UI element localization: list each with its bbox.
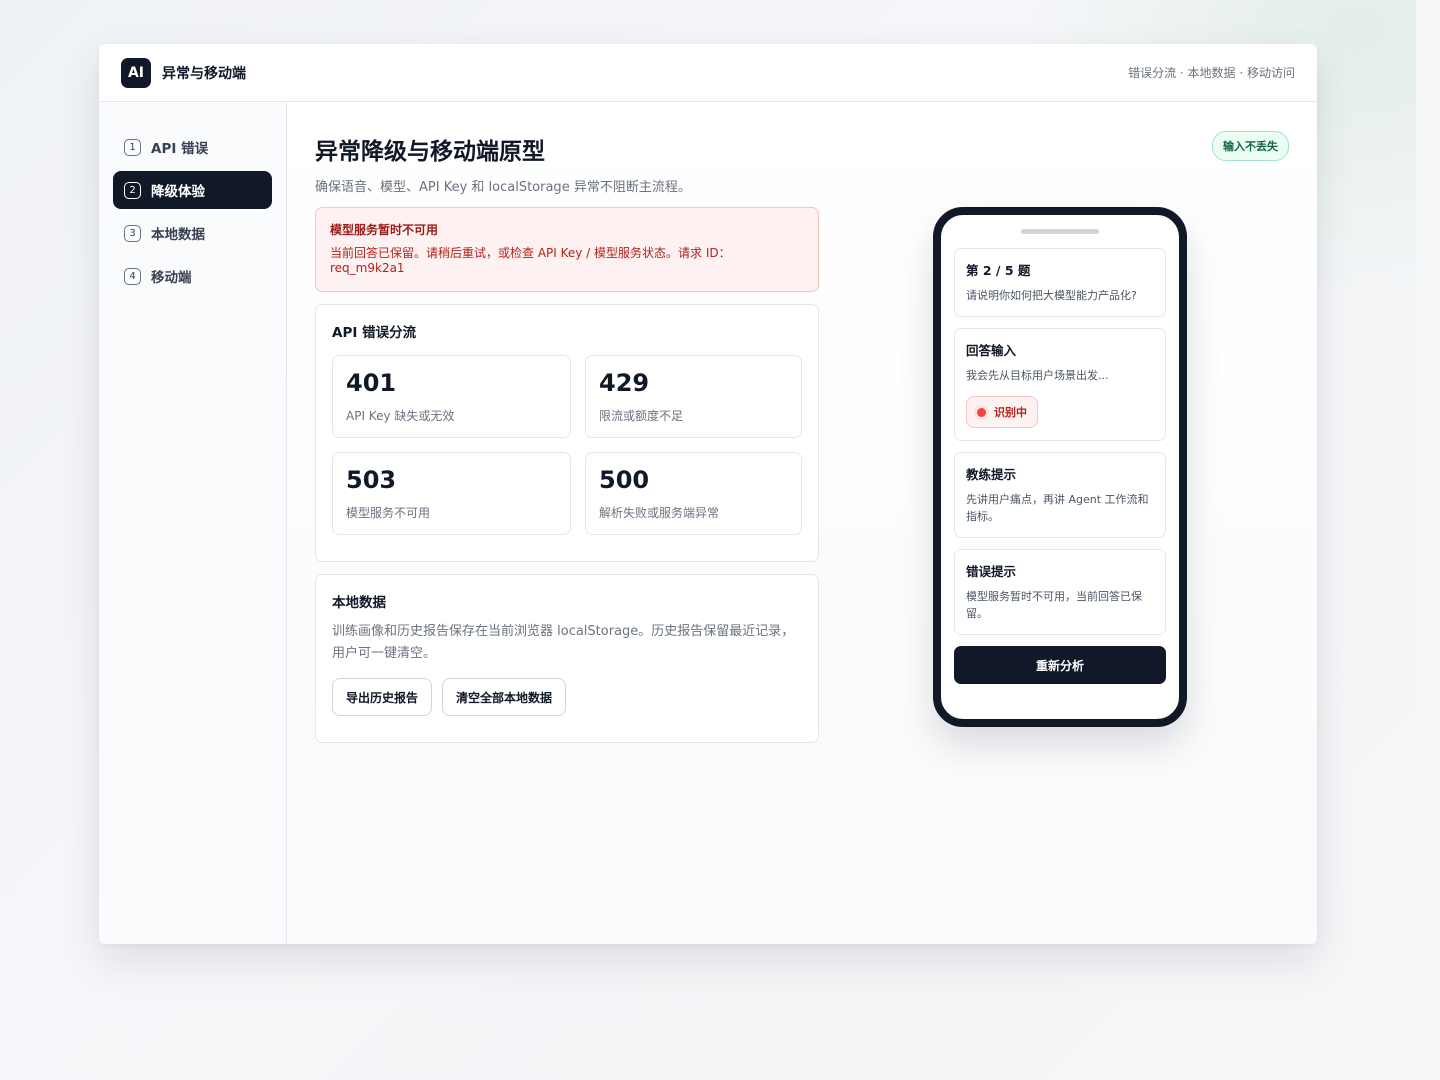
answer-text: 我会先从目标用户场景出发... [966, 369, 1109, 382]
error-code: 503 [346, 466, 397, 494]
question-title: 第 2 / 5 题 [966, 263, 1031, 278]
top-bar: AI 异常与移动端 错误分流 · 本地数据 · 移动访问 [99, 44, 1317, 102]
error-tip-card: 错误提示 模型服务暂时不可用，当前回答已保留。 [954, 549, 1166, 635]
sidebar-item-degradation[interactable]: 2 降级体验 [113, 171, 272, 209]
alert-title: 模型服务暂时不可用 [330, 223, 439, 237]
brand: AI 异常与移动端 [121, 57, 246, 88]
step-number-badge: 2 [124, 181, 141, 199]
page-header: 异常降级与移动端原型 确保语音、模型、API Key 和 localStorag… [315, 130, 1289, 195]
error-tip-title: 错误提示 [966, 564, 1017, 579]
step-number-badge: 4 [124, 267, 141, 285]
alert-text: 当前回答已保留。请稍后重试，或检查 API Key / 模型服务状态。请求 ID… [330, 246, 731, 275]
left-column: 模型服务暂时不可用 当前回答已保留。请稍后重试，或检查 API Key / 模型… [315, 207, 819, 743]
page-scrollbar-track [1416, 0, 1440, 1080]
local-data-description: 训练画像和历史报告保存在当前浏览器 localStorage。历史报告保留最近记… [332, 624, 795, 661]
coach-tip-card: 教练提示 先讲用户痛点，再讲 Agent 工作流和指标。 [954, 452, 1166, 538]
error-description: 限流或额度不足 [599, 409, 684, 423]
coach-tip-title: 教练提示 [966, 467, 1017, 482]
status-badge: 输入不丢失 [1212, 131, 1289, 161]
main-content: 异常降级与移动端原型 确保语音、模型、API Key 和 localStorag… [287, 102, 1317, 944]
sidebar-item-label: 移动端 [151, 270, 192, 286]
question-text: 请说明你如何把大模型能力产品化? [966, 289, 1137, 302]
reanalyze-button[interactable]: 重新分析 [954, 646, 1166, 684]
button-row: 导出历史报告 清空全部本地数据 [332, 678, 802, 716]
sidebar-item-label: API 错误 [151, 141, 209, 157]
sidebar: 1 API 错误 2 降级体验 3 本地数据 4 移动端 [99, 102, 287, 944]
app-name: 异常与移动端 [162, 65, 246, 82]
recognizing-label: 识别中 [994, 406, 1027, 419]
error-item: 429 限流或额度不足 [585, 355, 802, 438]
page-title: 异常降级与移动端原型 [315, 139, 545, 165]
sidebar-item-api-errors[interactable]: 1 API 错误 [113, 128, 272, 166]
top-nav-text: 错误分流 · 本地数据 · 移动访问 [1128, 66, 1295, 80]
error-code: 401 [346, 369, 397, 397]
coach-tip-text: 先讲用户痛点，再讲 Agent 工作流和指标。 [966, 493, 1149, 523]
local-data-card: 本地数据 训练画像和历史报告保存在当前浏览器 localStorage。历史报告… [315, 574, 819, 743]
export-history-button[interactable]: 导出历史报告 [332, 678, 433, 716]
sidebar-item-label: 本地数据 [151, 227, 205, 243]
recognizing-indicator[interactable]: 识别中 [966, 396, 1038, 428]
api-errors-card: API 错误分流 401 API Key 缺失或无效 429 限流或额度不足 5… [315, 304, 819, 562]
phone-notch [1021, 229, 1099, 234]
error-description: API Key 缺失或无效 [346, 409, 455, 423]
error-description: 模型服务不可用 [346, 506, 431, 520]
error-code: 500 [599, 466, 650, 494]
sidebar-item-mobile[interactable]: 4 移动端 [113, 257, 272, 295]
clear-local-data-button[interactable]: 清空全部本地数据 [442, 678, 567, 716]
answer-card: 回答输入 我会先从目标用户场景出发... 识别中 [954, 328, 1166, 441]
error-item: 503 模型服务不可用 [332, 452, 571, 535]
app-body: 1 API 错误 2 降级体验 3 本地数据 4 移动端 异常降级与移动端原型 … [99, 102, 1317, 944]
sidebar-item-local-data[interactable]: 3 本地数据 [113, 214, 272, 252]
error-description: 解析失败或服务端异常 [599, 506, 720, 520]
card-title: 本地数据 [332, 595, 386, 611]
error-alert: 模型服务暂时不可用 当前回答已保留。请稍后重试，或检查 API Key / 模型… [315, 207, 819, 292]
app-logo: AI [121, 57, 151, 88]
app-window: AI 异常与移动端 错误分流 · 本地数据 · 移动访问 1 API 错误 2 … [99, 44, 1317, 944]
error-tip-text: 模型服务暂时不可用，当前回答已保留。 [966, 590, 1142, 620]
card-title: API 错误分流 [332, 325, 417, 341]
step-number-badge: 1 [124, 138, 141, 156]
record-dot-icon [977, 407, 986, 417]
error-item: 401 API Key 缺失或无效 [332, 355, 571, 438]
sidebar-item-label: 降级体验 [151, 184, 205, 200]
question-card: 第 2 / 5 题 请说明你如何把大模型能力产品化? [954, 248, 1166, 317]
answer-title: 回答输入 [966, 343, 1017, 358]
error-code: 429 [599, 369, 650, 397]
error-grid: 401 API Key 缺失或无效 429 限流或额度不足 503 模型服务不可… [332, 355, 802, 535]
mobile-preview: 第 2 / 5 题 请说明你如何把大模型能力产品化? 回答输入 我会先从目标用户… [933, 207, 1187, 727]
error-item: 500 解析失败或服务端异常 [585, 452, 802, 535]
page-subtitle: 确保语音、模型、API Key 和 localStorage 异常不阻断主流程。 [315, 180, 691, 195]
step-number-badge: 3 [124, 224, 141, 242]
